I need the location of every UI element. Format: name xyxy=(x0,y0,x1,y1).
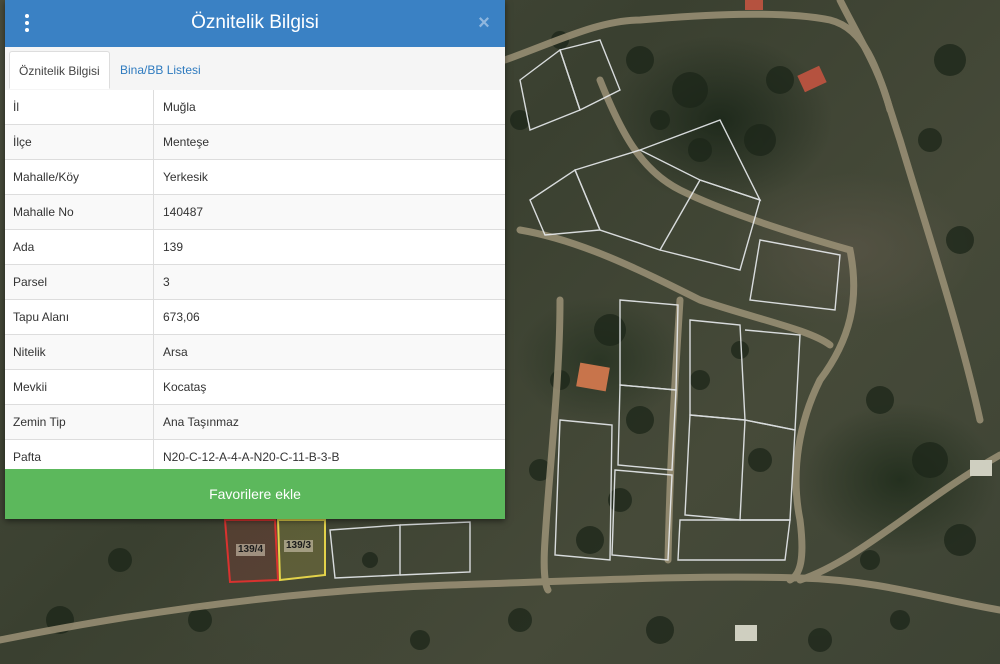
table-row: İl Muğla xyxy=(5,90,505,125)
attribute-value: 139 xyxy=(163,240,184,254)
attribute-key: Mahalle No xyxy=(5,195,154,229)
add-to-favorites-button[interactable]: Favorilere ekle xyxy=(5,469,505,519)
vertical-ellipsis-icon[interactable] xyxy=(19,12,35,34)
attribute-key: Nitelik xyxy=(5,335,154,369)
attribute-value: Kocataş xyxy=(163,380,207,394)
table-row: Zemin Tip Ana Taşınmaz xyxy=(5,405,505,440)
attribute-key: Mevkii xyxy=(5,370,154,404)
table-row: Mevkii Kocataş xyxy=(5,370,505,405)
attribute-value: Arsa xyxy=(163,345,188,359)
parcel-label-139-4: 139/4 xyxy=(236,544,266,556)
attribute-value: Muğla xyxy=(163,100,196,114)
attribute-key: Ada xyxy=(5,230,154,264)
attribute-value: 673,06 xyxy=(163,310,200,324)
attribute-value: 140487 xyxy=(163,205,204,219)
panel-header: Öznitelik Bilgisi × xyxy=(5,0,505,47)
table-row: Mahalle/Köy Yerkesik xyxy=(5,160,505,195)
attribute-key: Mahalle/Köy xyxy=(5,160,154,194)
table-row: Ada 139 xyxy=(5,230,505,265)
table-row: İlçe Menteşe xyxy=(5,125,505,160)
close-icon[interactable]: × xyxy=(475,12,493,34)
panel-title: Öznitelik Bilgisi xyxy=(191,12,319,33)
attribute-key: İlçe xyxy=(5,125,154,159)
tab-building-list[interactable]: Bina/BB Listesi xyxy=(111,51,210,89)
parcel-label-139-3: 139/3 xyxy=(284,540,314,552)
attribute-key: Tapu Alanı xyxy=(5,300,154,334)
attribute-value: Ana Taşınmaz xyxy=(163,415,239,429)
attribute-info-panel: Öznitelik Bilgisi × Öznitelik Bilgisi Bi… xyxy=(5,0,505,519)
attribute-key: Parsel xyxy=(5,265,154,299)
attribute-table: İl Muğla İlçe Menteşe Mahalle/Köy Yerkesik … xyxy=(5,90,505,475)
tab-attribute-info[interactable]: Öznitelik Bilgisi xyxy=(9,51,110,89)
panel-tabs: Öznitelik Bilgisi Bina/BB Listesi xyxy=(5,47,505,91)
attribute-key: İl xyxy=(5,90,154,124)
table-row: Mahalle No 140487 xyxy=(5,195,505,230)
table-row: Parsel 3 xyxy=(5,265,505,300)
table-row: Tapu Alanı 673,06 xyxy=(5,300,505,335)
attribute-value: Menteşe xyxy=(163,135,210,149)
attribute-value: Yerkesik xyxy=(163,170,208,184)
attribute-value: 3 xyxy=(163,275,170,289)
attribute-key: Zemin Tip xyxy=(5,405,154,439)
table-row: Nitelik Arsa xyxy=(5,335,505,370)
